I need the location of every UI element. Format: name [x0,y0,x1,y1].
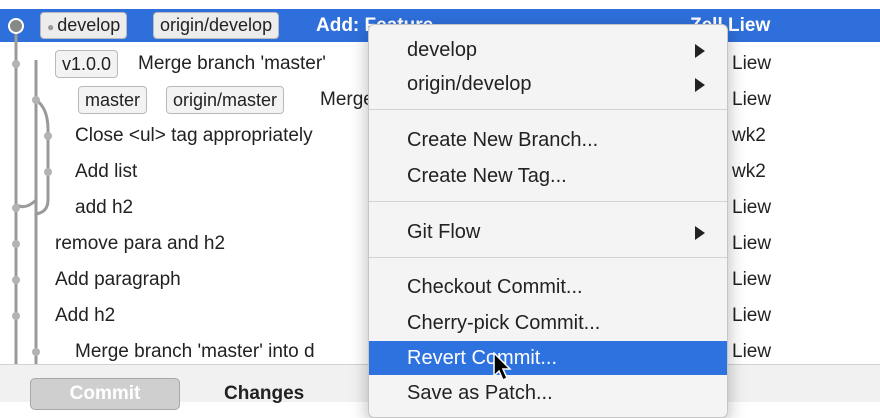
commit-author: Liew [732,233,772,254]
ref-label[interactable]: origin/develop [153,12,280,39]
commit-node [12,240,20,248]
menu-separator [369,109,727,110]
menu-item-label: Cherry-pick Commit... [407,312,601,334]
commit-node [32,348,40,356]
commit-context-menu: develop origin/develop Create New Branch..… [368,24,728,418]
commit-author: Liew [732,53,772,74]
menu-item-label: Save as Patch... [407,382,553,404]
menu-item[interactable]: Cherry-pick Commit... [369,306,727,340]
ref-text: master [85,90,141,110]
sourcetree-window: ●developorigin/developAdd: FeatureZell L… [0,0,880,418]
menu-item-label: origin/develop [407,73,532,95]
commit-author: Liew [732,89,772,110]
commit-button[interactable]: Commit [30,378,180,410]
graph-branch-curve [35,98,50,216]
commit-node [12,60,20,68]
menu-item[interactable]: Git Flow [369,215,727,249]
ref-text: origin/develop [160,15,273,35]
commit-message: remove para and h2 [55,233,226,254]
commit-author: Liew [732,269,772,290]
submenu-arrow-icon [695,44,705,58]
submenu-arrow-icon [695,78,705,92]
menu-item-label: Checkout Commit... [407,276,583,298]
commit-author: Liew [732,305,772,326]
menu-separator [369,257,727,258]
commit-author: wk2 [732,161,766,182]
menu-item-label: Revert Commit... [407,347,558,369]
commit-message: Add paragraph [55,269,181,290]
commit-message: Add list [75,161,138,182]
ref-label[interactable]: master [78,86,148,114]
menu-item[interactable]: Save as Patch... [369,376,727,410]
commit-node [8,18,24,34]
ref-text: develop [57,15,121,35]
commit-author: Liew [732,197,772,218]
ref-label[interactable]: v1.0.0 [55,50,119,78]
tab-changes[interactable]: Changes [224,383,304,405]
mouse-cursor-icon [493,352,512,382]
menu-item[interactable]: Checkout Commit... [369,270,727,304]
menu-item[interactable]: origin/develop [369,67,727,101]
commit-node [12,204,20,212]
commit-node [32,96,40,104]
menu-item-label: Create New Tag... [407,165,567,187]
menu-separator [369,201,727,202]
ref-text: v1.0.0 [62,54,112,74]
commit-node [44,132,52,140]
commit-node [12,276,20,284]
commit-message: Merge [320,89,374,110]
submenu-arrow-icon [695,226,705,240]
ref-label[interactable]: origin/master [166,86,285,114]
commit-message: Merge branch 'master' [138,53,326,74]
commit-node [44,168,52,176]
menu-item-label: Git Flow [407,221,481,243]
menu-item[interactable]: develop [369,33,727,67]
commit-author: wk2 [732,125,766,146]
branch-graph [8,18,52,364]
ref-text: origin/master [173,90,278,110]
menu-item-label: develop [407,39,478,61]
menu-item[interactable]: Create New Tag... [369,159,727,193]
commit-message: add h2 [75,197,134,218]
menu-item-label: Create New Branch... [407,129,599,151]
menu-item[interactable]: Revert Commit... [369,341,727,375]
commit-node [12,312,20,320]
menu-item[interactable]: Create New Branch... [369,123,727,157]
commit-message: Close <ul> tag appropriately [75,125,313,146]
commit-message: Add h2 [55,305,116,326]
